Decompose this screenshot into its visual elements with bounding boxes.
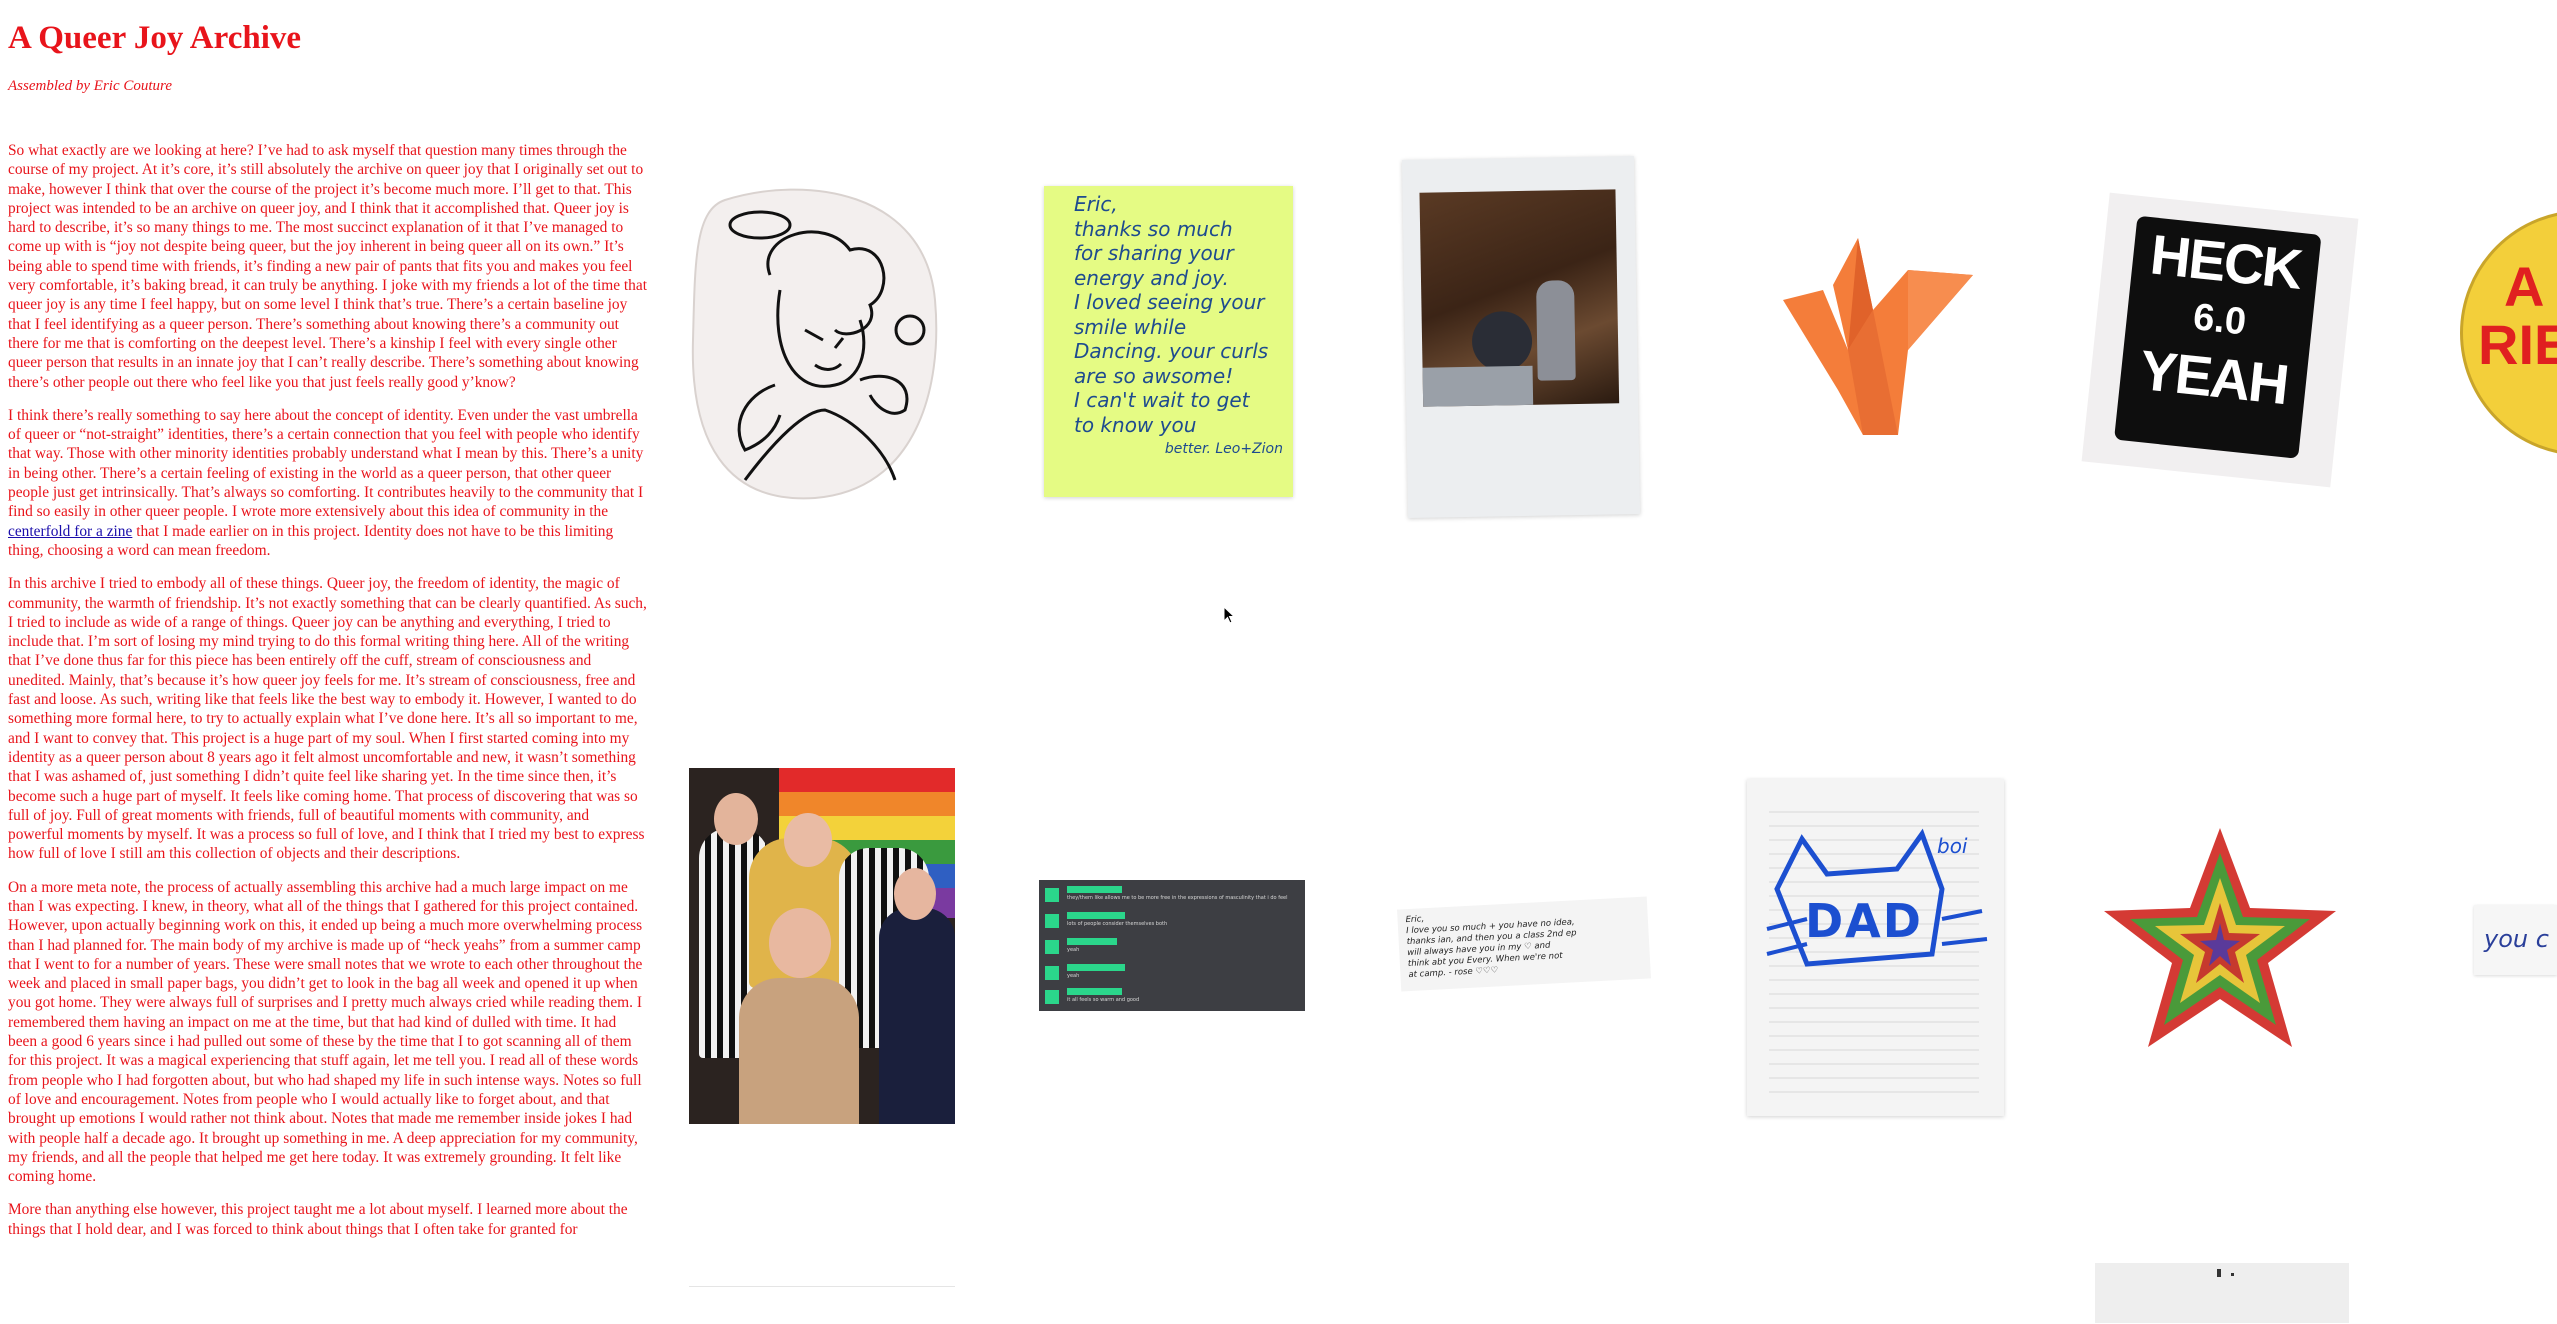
person-figure bbox=[1471, 310, 1533, 372]
poll-bar bbox=[1067, 912, 1125, 919]
angel-drawing[interactable] bbox=[685, 180, 945, 502]
note-line: to know you bbox=[1074, 412, 1197, 437]
poll-row: they/them like allows me to be more free… bbox=[1045, 886, 1295, 906]
person-figure bbox=[879, 908, 955, 1124]
poll-label: yeah bbox=[1067, 947, 1080, 953]
note-line: smile while bbox=[1074, 314, 1187, 339]
poll-row: yeah bbox=[1045, 938, 1295, 958]
face bbox=[784, 813, 832, 867]
poll-row: it all feels so warm and good bbox=[1045, 988, 1295, 1008]
group-photo[interactable] bbox=[689, 768, 955, 1124]
essay-column: A Queer Joy Archive Assembled by Eric Co… bbox=[8, 0, 648, 1253]
face bbox=[714, 793, 758, 845]
paragraph-2: I think there’s really something to say … bbox=[8, 406, 648, 560]
poll-checkbox bbox=[1045, 888, 1059, 902]
person-figure bbox=[739, 978, 859, 1124]
note-line: better. Leo+Zion bbox=[1164, 441, 1283, 457]
note-line: Eric, bbox=[1074, 192, 1118, 216]
paragraph-5: More than anything else however, this pr… bbox=[8, 1201, 628, 1238]
note-line: are so awsome! bbox=[1074, 363, 1234, 388]
note-line: Dancing. your curls bbox=[1074, 339, 1269, 363]
strip-note-text: Eric, I love you so much + you have no i… bbox=[1397, 897, 1651, 988]
button-line: RIE bbox=[2478, 313, 2557, 376]
scrap-text: you c bbox=[2484, 925, 2549, 953]
poll-bar bbox=[1067, 964, 1125, 971]
poll-checkbox bbox=[1045, 966, 1059, 980]
polaroid-photo[interactable] bbox=[1401, 156, 1641, 518]
dad-drawing[interactable]: DAD boi bbox=[1747, 779, 2004, 1116]
heck-yeah-patch[interactable]: HECK 6.0 YEAH bbox=[2081, 192, 2359, 488]
polaroid-image bbox=[1419, 189, 1620, 407]
sticky-note[interactable]: Eric, thanks so much for sharing your en… bbox=[1044, 186, 1293, 497]
poll-label: lots of people consider themselves both bbox=[1067, 921, 1168, 927]
poll-label: they/them like allows me to be more free… bbox=[1067, 895, 1288, 901]
person-figure bbox=[1536, 280, 1576, 381]
poll-checkbox bbox=[1045, 990, 1059, 1004]
partial-mark bbox=[2231, 1273, 2234, 1276]
poll-screenshot[interactable]: they/them like allows me to be more free… bbox=[1039, 880, 1305, 1011]
partial-note-bottom[interactable] bbox=[2095, 1263, 2349, 1323]
note-scrap[interactable]: you c bbox=[2474, 905, 2557, 975]
patch-text: HECK 6.0 YEAH bbox=[2118, 218, 2321, 422]
paragraph-4: On a more meta note, the process of actu… bbox=[8, 878, 643, 1186]
face bbox=[769, 908, 831, 978]
page-title: A Queer Joy Archive bbox=[8, 20, 302, 56]
poll-label: yeah bbox=[1067, 973, 1080, 979]
note-line: energy and joy. bbox=[1074, 265, 1229, 290]
poll-checkbox bbox=[1045, 914, 1059, 928]
poll-row: lots of people consider themselves both bbox=[1045, 912, 1295, 932]
note-line: I can't wait to get bbox=[1074, 388, 1250, 412]
byline: Assembled by Eric Couture bbox=[8, 78, 172, 94]
origami-crane[interactable] bbox=[1778, 230, 1978, 440]
face bbox=[894, 868, 936, 920]
dad-text: DAD bbox=[1805, 894, 1923, 948]
button-text: A RIE bbox=[2478, 258, 2557, 374]
note-line: thanks so much bbox=[1074, 216, 1233, 241]
centerfold-zine-link[interactable]: centerfold for a zine bbox=[8, 523, 132, 540]
poll-row: yeah bbox=[1045, 964, 1295, 984]
paragraph-1: So what exactly are we looking at here? … bbox=[8, 142, 647, 391]
handwritten-strip-note[interactable]: Eric, I love you so much + you have no i… bbox=[1397, 896, 1651, 992]
bed bbox=[1422, 365, 1534, 407]
mouse-cursor-icon bbox=[1223, 605, 1236, 624]
note-line: for sharing your bbox=[1074, 241, 1234, 265]
poll-bar bbox=[1067, 938, 1117, 945]
partial-mark bbox=[2217, 1269, 2221, 1277]
partial-image-bottom[interactable] bbox=[689, 1286, 955, 1324]
sticky-note-text: Eric, thanks so much for sharing your en… bbox=[1044, 186, 1293, 462]
poll-checkbox bbox=[1045, 940, 1059, 954]
poll-bar bbox=[1067, 886, 1122, 893]
button-line: A bbox=[2504, 255, 2545, 318]
star-sticker[interactable] bbox=[2100, 823, 2340, 1053]
poll-label: it all feels so warm and good bbox=[1067, 997, 1140, 1003]
button-pin[interactable]: A RIE bbox=[2460, 210, 2557, 460]
boi-label: boi bbox=[1937, 834, 1968, 858]
paragraph-2-start: I think there’s really something to say … bbox=[8, 406, 644, 521]
paragraph-3: In this archive I tried to embody all of… bbox=[8, 575, 647, 863]
poll-bar bbox=[1067, 988, 1122, 995]
note-line: I loved seeing your bbox=[1074, 290, 1265, 314]
